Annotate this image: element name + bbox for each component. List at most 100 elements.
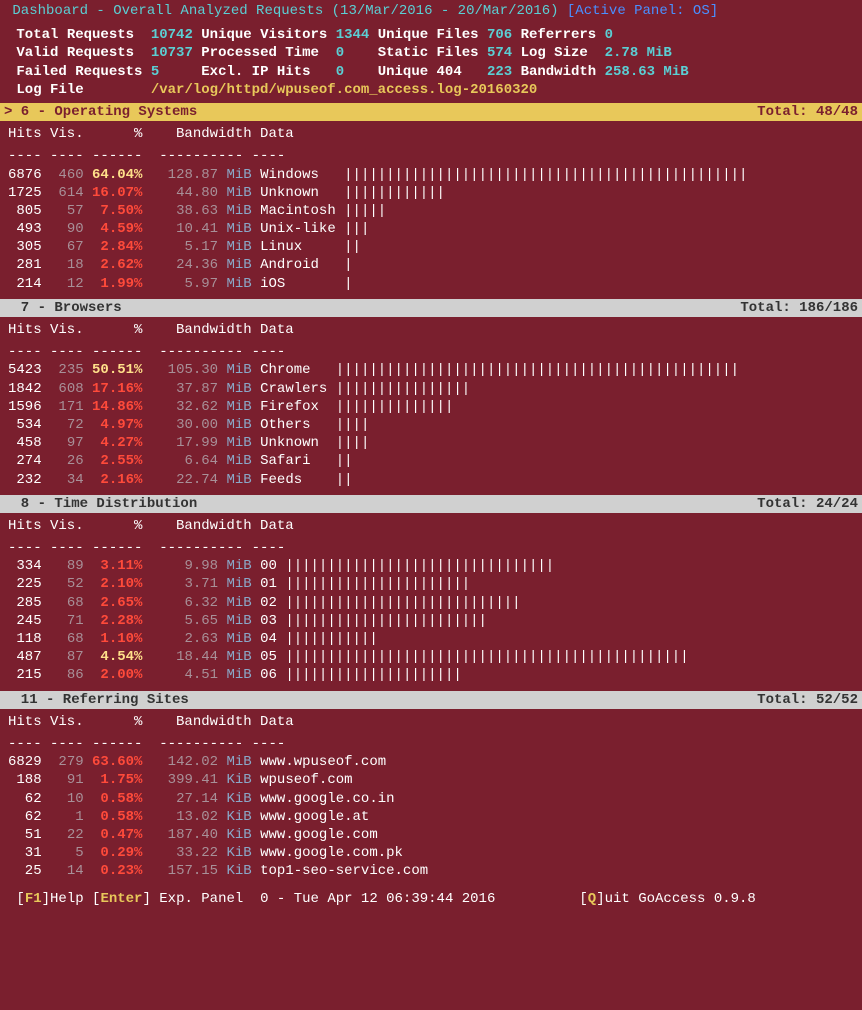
table-row: 62 1 0.58% 13.02 KiB www.google.at	[8, 808, 854, 826]
table-row: 805 57 7.50% 38.63 MiB Macintosh |||||	[8, 202, 854, 220]
data-cell: Feeds	[260, 472, 327, 488]
panel-title-browsers: 7 - Browsers	[4, 299, 740, 317]
quit-text: uit	[605, 891, 630, 907]
data-cell: 01	[260, 576, 277, 592]
bandwidth-unit: MiB	[226, 239, 251, 255]
static-files-label: Static Files	[378, 45, 479, 61]
bandwidth-unit: MiB	[226, 276, 251, 292]
help-key[interactable]: F1	[25, 891, 42, 907]
hits-cell: 215	[8, 667, 42, 683]
hits-cell: 1842	[8, 381, 42, 397]
bar-chart-cell: ||	[336, 472, 353, 488]
hits-cell: 31	[8, 845, 42, 861]
enter-key[interactable]: Enter	[100, 891, 142, 907]
panel-header-browsers[interactable]: 7 - BrowsersTotal: 186/186	[0, 299, 862, 317]
bar-chart-cell: ||	[344, 239, 361, 255]
bandwidth-cell: 24.36	[159, 257, 218, 273]
app-version: GoAccess 0.9.8	[638, 891, 756, 907]
bandwidth-unit: MiB	[226, 667, 251, 683]
help-text: Help	[50, 891, 84, 907]
percent-cell: 14.86%	[92, 399, 142, 415]
rows-os: 6876 460 64.04% 128.87 MiB Windows |||||…	[0, 166, 862, 299]
table-row: 305 67 2.84% 5.17 MiB Linux ||	[8, 238, 854, 256]
bandwidth-value: 258.63 MiB	[605, 64, 689, 80]
hits-cell: 245	[8, 613, 42, 629]
hits-cell: 534	[8, 417, 42, 433]
data-cell: Others	[260, 417, 327, 433]
excl-ip-hits-value: 0	[336, 64, 344, 80]
bar-chart-cell: ||||||||||||||||||||||||||||||||||||||||…	[336, 362, 739, 378]
table-row: 487 87 4.54% 18.44 MiB 05 ||||||||||||||…	[8, 648, 854, 666]
table-row: 281 18 2.62% 24.36 MiB Android |	[8, 256, 854, 274]
hits-cell: 5423	[8, 362, 42, 378]
visitors-cell: 279	[50, 754, 84, 770]
percent-cell: 0.58%	[92, 809, 142, 825]
percent-cell: 2.16%	[92, 472, 142, 488]
data-cell: 06	[260, 667, 277, 683]
bandwidth-cell: 157.15	[159, 863, 218, 879]
bandwidth-unit: MiB	[226, 472, 251, 488]
data-cell: Chrome	[260, 362, 327, 378]
bar-chart-cell: ||||||||||||	[344, 185, 445, 201]
bandwidth-cell: 6.32	[159, 595, 218, 611]
percent-cell: 1.99%	[92, 276, 142, 292]
excl-ip-hits-label: Excl. IP Hits	[201, 64, 310, 80]
failed-requests-label: Failed Requests	[16, 64, 142, 80]
visitors-cell: 86	[50, 667, 84, 683]
bandwidth-unit: MiB	[226, 754, 251, 770]
failed-requests-value: 5	[151, 64, 159, 80]
hits-cell: 214	[8, 276, 42, 292]
bandwidth-cell: 18.44	[159, 649, 218, 665]
data-cell: Unix-like	[260, 221, 336, 237]
bandwidth-cell: 2.63	[159, 631, 218, 647]
hits-cell: 62	[8, 809, 42, 825]
bandwidth-cell: 6.64	[159, 453, 218, 469]
percent-cell: 63.60%	[92, 754, 142, 770]
bar-chart-cell: |||||||||||||||||||||	[285, 667, 461, 683]
panel-title-referring: 11 - Referring Sites	[4, 691, 757, 709]
bandwidth-cell: 9.98	[159, 558, 218, 574]
visitors-cell: 91	[50, 772, 84, 788]
bandwidth-unit: MiB	[226, 435, 251, 451]
footer-status: 0 - Tue Apr 12 06:39:44 2016	[260, 891, 495, 907]
percent-cell: 16.07%	[92, 185, 142, 201]
unique-files-value: 706	[487, 27, 512, 43]
panel-header-time[interactable]: 8 - Time DistributionTotal: 24/24	[0, 495, 862, 513]
bandwidth-unit: MiB	[226, 595, 251, 611]
panel-header-os[interactable]: > 6 - Operating SystemsTotal: 48/48	[0, 103, 862, 121]
panel-header-referring[interactable]: 11 - Referring SitesTotal: 52/52	[0, 691, 862, 709]
bandwidth-cell: 128.87	[159, 167, 218, 183]
data-cell: Linux	[260, 239, 336, 255]
percent-cell: 1.75%	[92, 772, 142, 788]
table-row: 334 89 3.11% 9.98 MiB 00 |||||||||||||||…	[8, 557, 854, 575]
table-row: 51 22 0.47% 187.40 KiB www.google.com	[8, 826, 854, 844]
visitors-cell: 22	[50, 827, 84, 843]
panel-total-referring: Total: 52/52	[757, 691, 858, 709]
bandwidth-unit: MiB	[226, 381, 251, 397]
log-size-value: 2.78 MiB	[605, 45, 672, 61]
bandwidth-unit: MiB	[226, 167, 251, 183]
percent-cell: 0.23%	[92, 863, 142, 879]
bandwidth-unit: KiB	[226, 772, 251, 788]
percent-cell: 0.29%	[92, 845, 142, 861]
bandwidth-cell: 32.62	[159, 399, 218, 415]
log-file-value: /var/log/httpd/wpuseof.com_access.log-20…	[151, 82, 537, 98]
column-underline-os: ---- ---- ------ ---------- ----	[0, 143, 862, 165]
bandwidth-cell: 30.00	[159, 417, 218, 433]
footer-bar: [F1]Help [Enter] Exp. Panel 0 - Tue Apr …	[0, 886, 862, 912]
bandwidth-unit: MiB	[226, 613, 251, 629]
table-row: 493 90 4.59% 10.41 MiB Unix-like |||	[8, 220, 854, 238]
panel-title-os: > 6 - Operating Systems	[4, 103, 757, 121]
unique-404-label: Unique 404	[378, 64, 462, 80]
bandwidth-cell: 10.41	[159, 221, 218, 237]
hits-cell: 188	[8, 772, 42, 788]
data-cell: Android	[260, 257, 336, 273]
quit-key[interactable]: Q	[588, 891, 596, 907]
bandwidth-unit: MiB	[226, 203, 251, 219]
percent-cell: 3.11%	[92, 558, 142, 574]
referrers-value: 0	[605, 27, 613, 43]
bar-chart-cell: ||	[336, 453, 353, 469]
processed-time-value: 0	[336, 45, 344, 61]
visitors-cell: 614	[50, 185, 84, 201]
table-row: 232 34 2.16% 22.74 MiB Feeds ||	[8, 471, 854, 489]
